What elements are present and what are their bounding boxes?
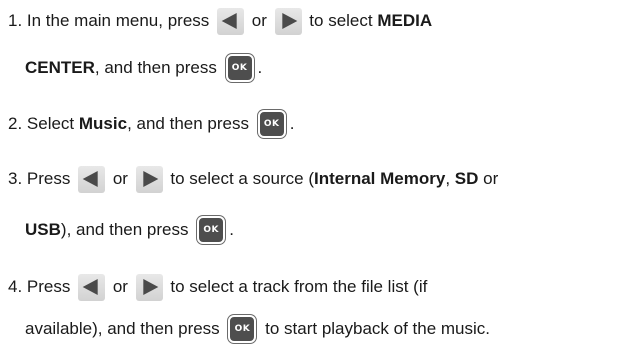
step-text: In the main menu, press [22, 11, 215, 30]
step-text: or [108, 169, 133, 188]
step-text: to select a source ( [165, 169, 314, 188]
left-arrow-icon [78, 165, 106, 193]
instruction-document: 1. In the main menu, press or to select … [0, 0, 618, 346]
ok-button-icon: OK [228, 315, 257, 343]
step-text: ), and then press [60, 220, 194, 239]
step-text: to select a track from the file list (if [165, 277, 428, 296]
step-text: , and then press [94, 58, 222, 77]
ok-button-icon: OK [225, 54, 254, 82]
right-arrow-icon [274, 7, 302, 35]
step-number: 4. [8, 277, 23, 296]
step-3-line-2: USB ), and then press OK . [25, 213, 234, 247]
step-number: 2. [8, 114, 23, 133]
step-text: , and then press [127, 114, 254, 133]
right-arrow-icon [135, 273, 163, 301]
step-text: or [108, 277, 133, 296]
step-number: 3. [8, 169, 23, 188]
step-4-line-2: available), and then press OK to start p… [25, 312, 490, 346]
ok-button-icon: OK [257, 110, 286, 138]
step-text: or [247, 11, 272, 30]
ok-label: OK [203, 225, 220, 235]
step-text: Press [22, 169, 76, 188]
right-arrow-icon [135, 165, 163, 193]
step-number: 1. [8, 11, 23, 30]
step-text: . [257, 58, 263, 77]
menu-item-name: Music [78, 114, 128, 133]
step-text: . [229, 220, 234, 239]
left-arrow-icon [78, 273, 106, 301]
ok-button-icon: OK [197, 216, 226, 244]
step-1-line-1: 1. In the main menu, press or to select … [8, 4, 432, 38]
step-text: to select [304, 11, 378, 30]
source-option: USB [25, 220, 61, 239]
left-arrow-icon [217, 7, 245, 35]
menu-item-name: CENTER [25, 58, 95, 77]
ok-label: OK [231, 63, 248, 73]
menu-item-name: MEDIA [377, 11, 433, 30]
step-4-line-1: 4. Press or to select a track from the f… [8, 270, 427, 304]
source-option: SD [454, 169, 479, 188]
step-3-line-1: 3. Press or to select a source ( Interna… [8, 162, 498, 196]
ok-label: OK [263, 119, 280, 129]
step-2-line-1: 2. Select Music , and then press OK . [8, 107, 294, 141]
step-text: . [289, 114, 295, 133]
step-text: or [478, 169, 499, 188]
source-option: Internal Memory [314, 169, 446, 188]
step-1-line-2: CENTER , and then press OK . [25, 51, 262, 85]
step-text: , [445, 169, 455, 188]
step-text: Select [22, 114, 79, 133]
step-text: available), and then press [25, 319, 225, 338]
step-text: to start playback of the music. [260, 319, 491, 338]
ok-label: OK [234, 324, 251, 334]
step-text: Press [22, 277, 76, 296]
